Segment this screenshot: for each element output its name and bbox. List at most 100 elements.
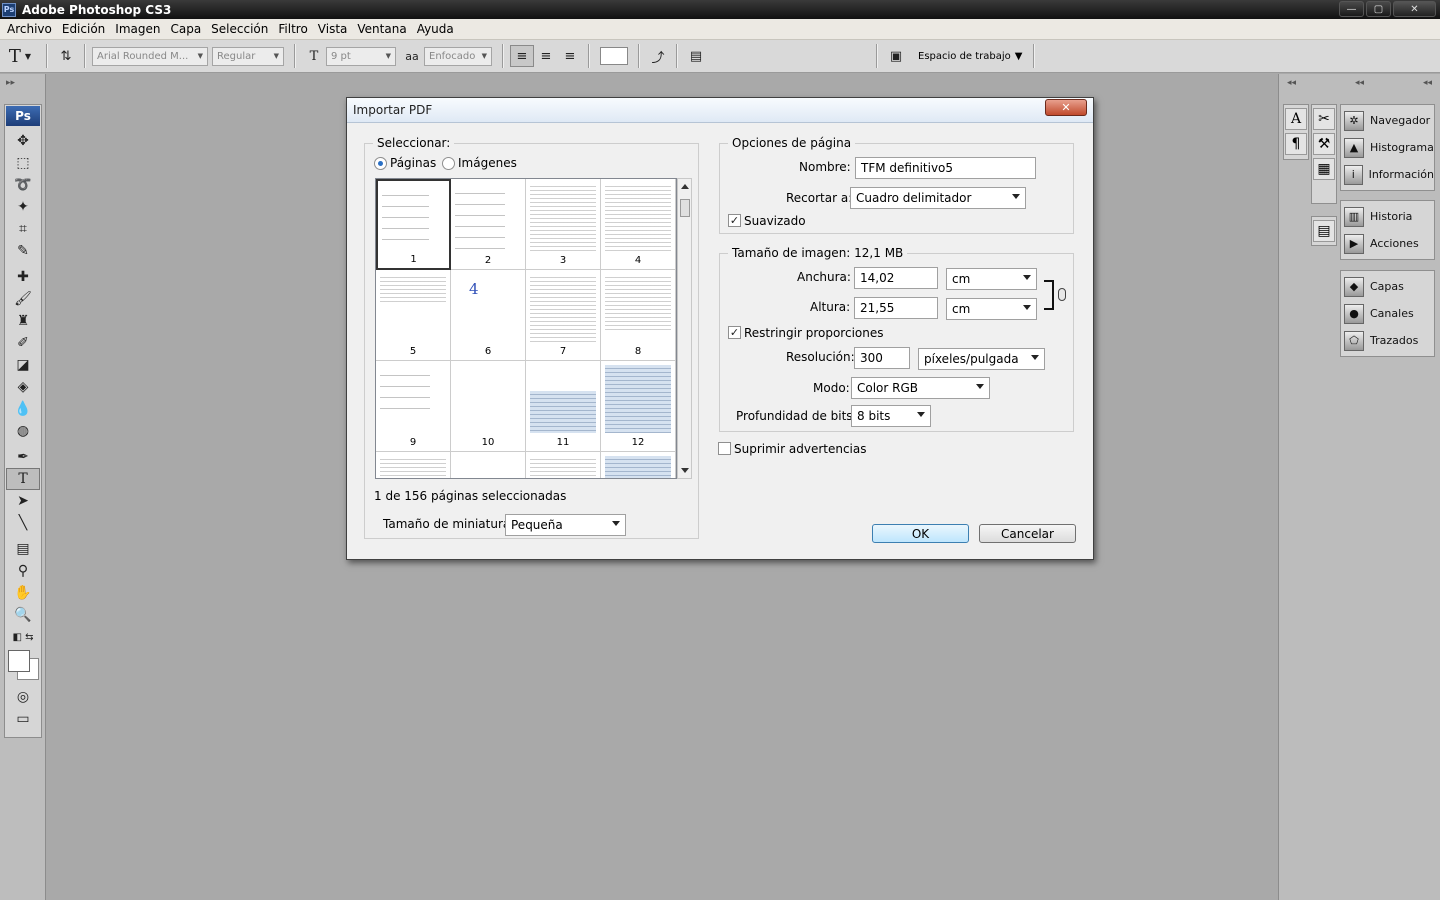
text-orientation-icon[interactable]: ⇅ [54, 45, 78, 67]
warp-text-icon[interactable]: ⤴ [646, 45, 670, 67]
align-center-icon[interactable]: ≡ [534, 45, 558, 67]
clone-stamp-tool-icon[interactable]: ♜ [6, 310, 40, 332]
type-tool-preset-icon[interactable]: T ▼ [0, 45, 40, 67]
slice-tool-icon[interactable]: ✎ [6, 240, 40, 262]
images-radio[interactable] [442, 157, 455, 170]
ok-button[interactable]: OK [872, 524, 969, 543]
eraser-tool-icon[interactable]: ◪ [6, 354, 40, 376]
page-thumbnail[interactable]: 2 [451, 179, 526, 270]
brushes-panel-icon[interactable]: ✂ [1313, 108, 1335, 130]
zoom-tool-icon[interactable]: 🔍 [6, 604, 40, 626]
paint-bucket-tool-icon[interactable]: ◈ [6, 376, 40, 398]
lasso-tool-icon[interactable]: ➰ [6, 174, 40, 196]
panel-acciones[interactable]: ▶ Acciones [1341, 230, 1434, 257]
page-thumbnail[interactable]: 12 [601, 361, 676, 452]
collapse-arrows-icon[interactable]: ▸▸ [0, 74, 45, 92]
hand-tool-icon[interactable]: ✋ [6, 582, 40, 604]
dodge-tool-icon[interactable]: ◍ [6, 420, 40, 442]
font-family-select[interactable]: Arial Rounded M... ▼ [92, 46, 208, 66]
page-thumbnail[interactable]: 5 [376, 270, 451, 361]
page-thumbnail[interactable] [526, 452, 601, 478]
cancel-button[interactable]: Cancelar [979, 524, 1076, 543]
font-style-select[interactable]: Regular ▼ [212, 46, 284, 66]
text-color-swatch[interactable] [600, 47, 628, 65]
menu-ventana[interactable]: Ventana [352, 22, 411, 36]
scroll-up-icon[interactable] [681, 184, 689, 189]
history-brush-tool-icon[interactable]: ✐ [6, 332, 40, 354]
panel-capas[interactable]: ◆ Capas [1341, 273, 1434, 300]
suppress-warnings-checkbox[interactable] [718, 442, 731, 455]
height-input[interactable]: 21,55 [854, 297, 938, 319]
constrain-label[interactable]: Restringir proporciones [744, 326, 883, 340]
name-input[interactable]: TFM definitivo5 [855, 157, 1036, 179]
healing-brush-tool-icon[interactable]: ✚ [6, 266, 40, 288]
resolution-input[interactable]: 300 [854, 347, 910, 369]
menu-capa[interactable]: Capa [165, 22, 206, 36]
path-selection-tool-icon[interactable]: ➤ [6, 490, 40, 512]
type-tool-icon[interactable]: T [6, 468, 40, 490]
scroll-down-icon[interactable] [681, 468, 689, 473]
marquee-tool-icon[interactable]: ⬚ [6, 152, 40, 174]
blur-tool-icon[interactable]: 💧 [6, 398, 40, 420]
palettes-toggle-icon[interactable]: ▤ [684, 45, 708, 67]
panel-navegador[interactable]: ✲ Navegador [1341, 107, 1434, 134]
window-close-button[interactable]: ✕ [1393, 1, 1436, 17]
menu-seleccion[interactable]: Selección [206, 22, 273, 36]
page-thumbnail[interactable] [376, 452, 451, 478]
constrain-checkbox[interactable]: ✓ [728, 326, 741, 339]
page-thumbnail[interactable]: 8 [601, 270, 676, 361]
panel-historia[interactable]: ▥ Historia [1341, 203, 1434, 230]
images-radio-label[interactable]: Imágenes [458, 156, 517, 170]
mode-select[interactable]: Color RGB [851, 377, 990, 399]
brush-tool-icon[interactable]: 🖌 [6, 288, 40, 310]
page-thumbnail[interactable]: 4 [601, 179, 676, 270]
page-thumbnail[interactable] [451, 452, 526, 478]
thumb-size-select[interactable]: Pequeña [505, 514, 626, 536]
tool-presets-icon[interactable]: ⚒ [1313, 133, 1335, 155]
workspace-menu[interactable]: Espacio de trabajo ▼ [918, 51, 1023, 62]
move-tool-icon[interactable]: ✥ [6, 130, 40, 152]
menu-ayuda[interactable]: Ayuda [412, 22, 459, 36]
foreground-color-swatch[interactable] [8, 650, 30, 672]
menu-edicion[interactable]: Edición [57, 22, 110, 36]
color-swatches[interactable] [5, 648, 41, 686]
restore-button[interactable]: ▢ [1366, 1, 1391, 17]
menu-imagen[interactable]: Imagen [110, 22, 165, 36]
screen-mode-icon[interactable]: ▭ [6, 708, 40, 730]
menu-vista[interactable]: Vista [313, 22, 353, 36]
panel-histograma[interactable]: ▲ Histograma [1341, 134, 1434, 161]
dock-collapse-icon[interactable]: ◂◂ [1423, 78, 1432, 88]
pen-tool-icon[interactable]: ✒ [6, 446, 40, 468]
page-thumbnail[interactable]: 3 [526, 179, 601, 270]
crop-select[interactable]: Cuadro delimitador [850, 187, 1026, 209]
bit-depth-select[interactable]: 8 bits [851, 405, 931, 427]
layer-comps-icon[interactable]: ▦ [1313, 158, 1335, 180]
page-thumbnail[interactable]: 10 [451, 361, 526, 452]
resolution-unit-select[interactable]: píxeles/pulgada [918, 348, 1045, 370]
menu-filtro[interactable]: Filtro [273, 22, 312, 36]
bridge-icon[interactable]: ▣ [884, 45, 908, 67]
magic-wand-tool-icon[interactable]: ✦ [6, 196, 40, 218]
font-size-select[interactable]: 9 pt ▼ [326, 46, 396, 66]
panel-informacion[interactable]: i Información [1341, 161, 1434, 188]
scroll-thumb[interactable] [680, 199, 690, 217]
pages-radio[interactable] [374, 157, 387, 170]
notes-tool-icon[interactable]: ▤ [6, 538, 40, 560]
line-tool-icon[interactable]: ╲ [6, 512, 40, 534]
default-colors-icon[interactable]: ◧ ⇆ [6, 626, 40, 648]
antialias-checkbox[interactable]: ✓ [728, 214, 741, 227]
paragraph-panel-icon[interactable]: ¶ [1285, 133, 1307, 155]
quick-mask-icon[interactable]: ◎ [6, 686, 40, 708]
thumbnails-scrollbar[interactable] [677, 178, 692, 479]
height-unit-select[interactable]: cm [946, 298, 1037, 320]
page-thumbnail[interactable]: 9 [376, 361, 451, 452]
suppress-warnings-label[interactable]: Suprimir advertencias [734, 442, 867, 456]
panel-canales[interactable]: ● Canales [1341, 300, 1434, 327]
panel-trazados[interactable]: ⬠ Trazados [1341, 327, 1434, 354]
antialias-label[interactable]: Suavizado [744, 214, 806, 228]
pages-radio-label[interactable]: Páginas [390, 156, 436, 170]
page-thumbnail[interactable] [601, 452, 676, 478]
character-panel-icon[interactable]: A [1285, 108, 1307, 130]
align-left-icon[interactable]: ≡ [510, 45, 534, 67]
dialog-close-button[interactable]: ✕ [1045, 99, 1087, 116]
